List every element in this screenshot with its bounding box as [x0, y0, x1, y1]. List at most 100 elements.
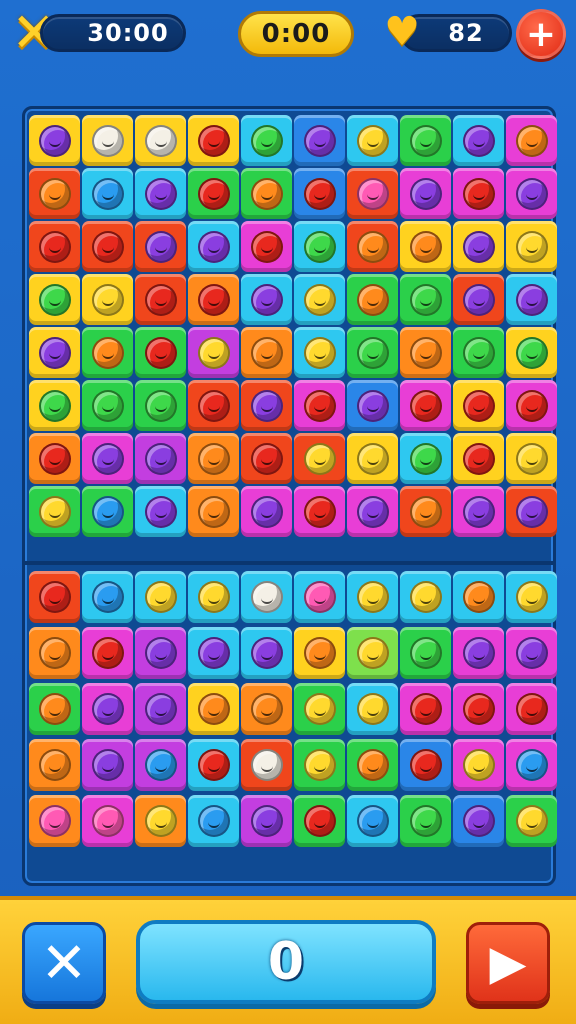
- game-tile[interactable]: [188, 486, 239, 537]
- game-tile[interactable]: [506, 115, 557, 166]
- game-tile[interactable]: [241, 380, 292, 431]
- game-tile[interactable]: [135, 327, 186, 378]
- game-tile[interactable]: [188, 221, 239, 272]
- game-tile[interactable]: [400, 683, 451, 735]
- game-tile[interactable]: [347, 221, 398, 272]
- game-tile[interactable]: [188, 739, 239, 791]
- game-tile[interactable]: [82, 433, 133, 484]
- game-tile[interactable]: [506, 486, 557, 537]
- game-tile[interactable]: [241, 433, 292, 484]
- game-tile[interactable]: [453, 274, 504, 325]
- game-tile[interactable]: [82, 739, 133, 791]
- game-tile[interactable]: [400, 795, 451, 847]
- game-tile[interactable]: [347, 115, 398, 166]
- game-tile[interactable]: [294, 739, 345, 791]
- game-tile[interactable]: [82, 221, 133, 272]
- game-tile[interactable]: [294, 627, 345, 679]
- game-tile[interactable]: [347, 380, 398, 431]
- game-tile[interactable]: [347, 486, 398, 537]
- game-tile[interactable]: [241, 571, 292, 623]
- game-tile[interactable]: [506, 168, 557, 219]
- game-tile[interactable]: [241, 627, 292, 679]
- game-tile[interactable]: [29, 571, 80, 623]
- game-tile[interactable]: [188, 115, 239, 166]
- game-tile[interactable]: [29, 168, 80, 219]
- game-tile[interactable]: [453, 221, 504, 272]
- game-tile[interactable]: [347, 274, 398, 325]
- game-tile[interactable]: [135, 221, 186, 272]
- game-tile[interactable]: [29, 327, 80, 378]
- game-tile[interactable]: [82, 274, 133, 325]
- game-tile[interactable]: [135, 115, 186, 166]
- game-tile[interactable]: [400, 115, 451, 166]
- game-tile[interactable]: [29, 627, 80, 679]
- game-tile[interactable]: [29, 115, 80, 166]
- game-tile[interactable]: [135, 739, 186, 791]
- game-tile[interactable]: [294, 571, 345, 623]
- game-tile[interactable]: [294, 168, 345, 219]
- game-tile[interactable]: [135, 683, 186, 735]
- game-tile[interactable]: [400, 486, 451, 537]
- game-tile[interactable]: [29, 380, 80, 431]
- game-tile[interactable]: [135, 486, 186, 537]
- game-tile[interactable]: [294, 327, 345, 378]
- game-tile[interactable]: [506, 795, 557, 847]
- game-tile[interactable]: [82, 683, 133, 735]
- game-tile[interactable]: [135, 380, 186, 431]
- game-tile[interactable]: [188, 627, 239, 679]
- game-tile[interactable]: [241, 739, 292, 791]
- game-tile[interactable]: [82, 168, 133, 219]
- game-tile[interactable]: [453, 168, 504, 219]
- game-tile[interactable]: [453, 486, 504, 537]
- game-tile[interactable]: [29, 795, 80, 847]
- game-tile[interactable]: [400, 274, 451, 325]
- game-tile[interactable]: [347, 795, 398, 847]
- game-tile[interactable]: [241, 274, 292, 325]
- game-tile[interactable]: [188, 571, 239, 623]
- game-tile[interactable]: [241, 221, 292, 272]
- game-tile[interactable]: [347, 683, 398, 735]
- game-tile[interactable]: [347, 627, 398, 679]
- game-tile[interactable]: [135, 795, 186, 847]
- game-tile[interactable]: [453, 795, 504, 847]
- game-tile[interactable]: [347, 433, 398, 484]
- game-tile[interactable]: [453, 380, 504, 431]
- game-tile[interactable]: [347, 739, 398, 791]
- game-tile[interactable]: [400, 571, 451, 623]
- game-tile[interactable]: [241, 168, 292, 219]
- game-tile[interactable]: [29, 221, 80, 272]
- game-tile[interactable]: [82, 571, 133, 623]
- game-tile[interactable]: [294, 433, 345, 484]
- game-tile[interactable]: [294, 486, 345, 537]
- game-tile[interactable]: [82, 627, 133, 679]
- game-tile[interactable]: [294, 683, 345, 735]
- game-tile[interactable]: [294, 115, 345, 166]
- game-tile[interactable]: [506, 571, 557, 623]
- game-tile[interactable]: [188, 274, 239, 325]
- game-tile[interactable]: [400, 221, 451, 272]
- game-tile[interactable]: [506, 274, 557, 325]
- game-tile[interactable]: [347, 327, 398, 378]
- game-tile[interactable]: [241, 683, 292, 735]
- game-tile[interactable]: [188, 380, 239, 431]
- game-tile[interactable]: [294, 380, 345, 431]
- game-tile[interactable]: [29, 486, 80, 537]
- game-tile[interactable]: [506, 221, 557, 272]
- game-tile[interactable]: [506, 327, 557, 378]
- game-tile[interactable]: [294, 274, 345, 325]
- cancel-button[interactable]: ✕: [22, 922, 106, 1004]
- game-tile[interactable]: [82, 115, 133, 166]
- game-tile[interactable]: [188, 327, 239, 378]
- game-tile[interactable]: [82, 380, 133, 431]
- game-tile[interactable]: [506, 380, 557, 431]
- game-tile[interactable]: [188, 683, 239, 735]
- game-tile[interactable]: [241, 115, 292, 166]
- game-tile[interactable]: [82, 327, 133, 378]
- game-tile[interactable]: [506, 433, 557, 484]
- game-tile[interactable]: [135, 274, 186, 325]
- game-tile[interactable]: [294, 795, 345, 847]
- play-button[interactable]: ▶: [466, 922, 550, 1004]
- game-tile[interactable]: [135, 627, 186, 679]
- game-tile[interactable]: [453, 739, 504, 791]
- game-tile[interactable]: [29, 433, 80, 484]
